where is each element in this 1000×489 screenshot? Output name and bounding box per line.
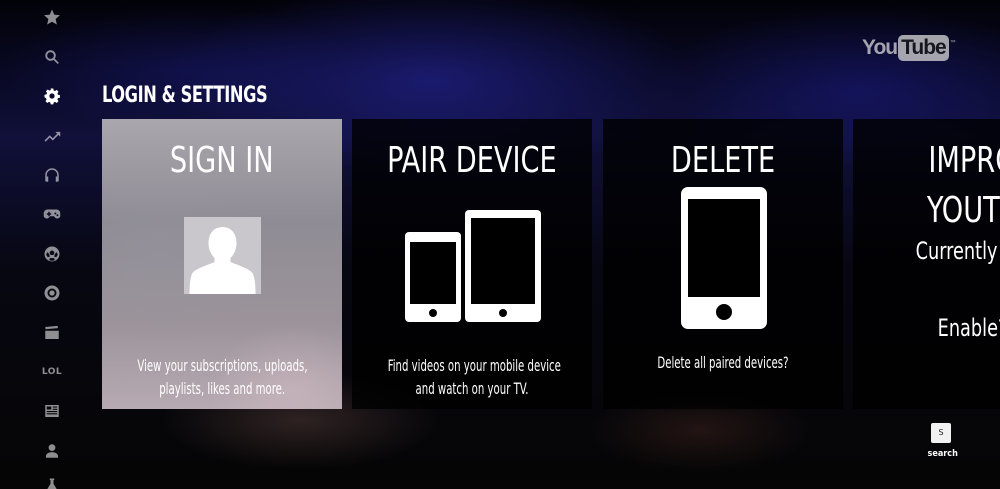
search-shortcut-hint[interactable]: S search <box>926 423 958 459</box>
improve-youtube-card[interactable]: IMPRO YOUTU Currently Dis Enable? <box>853 119 1000 409</box>
phone-icon <box>681 187 767 329</box>
clapperboard-icon <box>45 325 59 339</box>
trending-icon <box>44 131 61 142</box>
sidebar-item-comedy[interactable]: LOL <box>38 358 66 386</box>
gear-icon <box>44 88 60 105</box>
card-title: IMPRO <box>928 140 1000 181</box>
delete-devices-card[interactable]: DELETE Delete all paired devices? <box>603 119 843 409</box>
sidebar-item-account[interactable] <box>38 437 66 465</box>
card-title: DELETE <box>670 140 776 181</box>
user-silhouette-icon <box>184 217 261 294</box>
logo-tube-text: Tube <box>898 35 949 61</box>
devices-icon <box>405 210 541 322</box>
enable-prompt[interactable]: Enable? <box>853 314 1000 342</box>
sidebar-item-photography[interactable] <box>38 279 66 307</box>
status-text: Currently Dis <box>915 237 1000 265</box>
star-icon <box>44 9 60 25</box>
card-title: PAIR DEVICE <box>387 140 557 181</box>
sidebar-item-gaming[interactable] <box>38 200 66 228</box>
sidebar-item-sports[interactable] <box>38 240 66 268</box>
page-title: LOGIN & SETTINGS <box>102 83 268 108</box>
camera-aperture-icon <box>44 285 60 301</box>
sidebar-item-movies[interactable] <box>38 319 66 347</box>
flask-icon <box>47 478 57 489</box>
sidebar-item-settings[interactable] <box>38 82 66 110</box>
gamepad-icon <box>43 209 61 219</box>
sidebar-nav: LOL <box>0 0 80 489</box>
pair-device-card[interactable]: PAIR DEVICE Find videos on your mobile d… <box>352 119 592 409</box>
user-icon <box>46 444 58 458</box>
card-description: Find videos on your mobile device and wa… <box>387 356 561 398</box>
soccer-ball-icon <box>44 246 60 262</box>
headphones-icon <box>45 168 59 182</box>
sidebar-item-music[interactable] <box>38 161 66 189</box>
sidebar-item-education[interactable] <box>38 472 66 489</box>
sidebar-item-favorites[interactable] <box>38 3 66 31</box>
sidebar-item-trending[interactable] <box>38 122 66 150</box>
news-icon <box>45 405 59 417</box>
search-icon <box>45 50 59 65</box>
key-badge: S <box>931 423 951 443</box>
logo-trademark: ™ <box>949 40 956 46</box>
sidebar-item-news[interactable] <box>38 397 66 425</box>
tv-app-screen: LOL You Tube ™ LOGIN & SETTINGS SIGN IN <box>0 0 1000 489</box>
lol-icon: LOL <box>41 367 63 377</box>
card-description: Delete all paired devices? <box>657 353 789 372</box>
sidebar-item-search[interactable] <box>38 43 66 71</box>
card-description: View your subscriptions, uploads, playli… <box>137 356 308 398</box>
logo-you-text: You <box>862 36 898 59</box>
sign-in-card[interactable]: SIGN IN View your subscriptions, uploads… <box>102 119 342 409</box>
card-title: SIGN IN <box>170 140 274 181</box>
card-title-line2: YOUTU <box>926 190 1000 231</box>
key-label: search <box>927 449 958 459</box>
youtube-logo: You Tube ™ <box>862 34 956 62</box>
